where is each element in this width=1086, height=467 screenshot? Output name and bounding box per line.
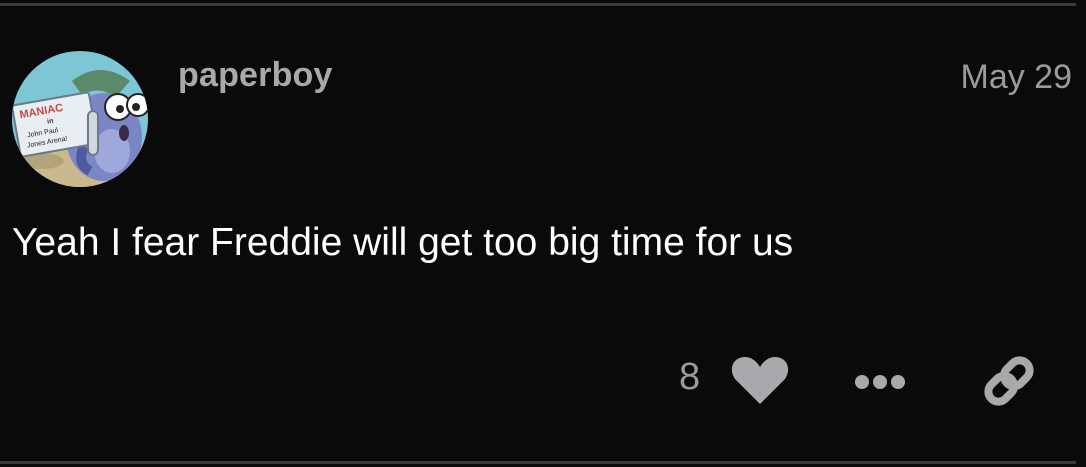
like-button[interactable]	[730, 354, 790, 406]
copy-link-button[interactable]	[980, 352, 1038, 410]
user-avatar[interactable]: MANIAC in John Paul Jones Arena!	[12, 51, 148, 187]
post-date[interactable]: May 29	[961, 58, 1073, 97]
link-icon	[984, 356, 1034, 406]
avatar-sign-line-2: in	[47, 118, 54, 126]
bottom-divider	[0, 461, 1076, 464]
post-actions: 8	[0, 340, 1086, 420]
post-body-text: Yeah I fear Freddie will get too big tim…	[12, 221, 794, 264]
avatar-image: MANIAC in John Paul Jones Arena!	[12, 51, 148, 187]
heart-icon	[731, 357, 789, 404]
post-card: MANIAC in John Paul Jones Arena! paperbo…	[0, 0, 1086, 467]
post-username[interactable]: paperboy	[178, 56, 333, 95]
more-options-button[interactable]	[848, 362, 912, 402]
like-count: 8	[679, 356, 701, 398]
ellipsis-icon	[855, 375, 905, 389]
